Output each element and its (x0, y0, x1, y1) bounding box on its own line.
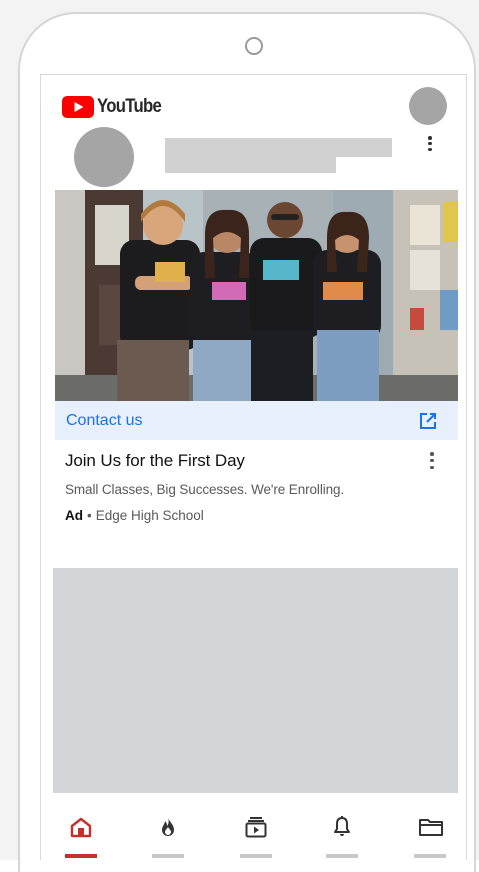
library-folder-icon (419, 819, 443, 836)
ad-more-options-icon[interactable] (427, 452, 437, 469)
nav-subscriptions-indicator (240, 854, 272, 858)
channel-avatar-placeholder (74, 127, 134, 187)
ad-badge: Ad (65, 508, 83, 523)
trending-flame-icon (162, 817, 174, 836)
open-external-icon[interactable] (418, 411, 438, 431)
nav-notifications-indicator (326, 854, 358, 858)
nav-trending-indicator (152, 854, 184, 858)
subscriptions-icon (245, 817, 267, 838)
ad-title[interactable]: Join Us for the First Day (65, 451, 245, 471)
youtube-wordmark: YouTube (97, 96, 162, 117)
nav-library-indicator (414, 854, 446, 858)
account-avatar[interactable] (409, 87, 447, 125)
advertiser-name: Edge High School (95, 508, 204, 523)
nav-library[interactable] (410, 815, 450, 860)
nav-trending[interactable] (148, 815, 188, 860)
youtube-play-icon (62, 96, 94, 118)
contact-us-link[interactable]: Contact us (66, 412, 142, 430)
video-thumbnail-placeholder (53, 568, 458, 793)
youtube-logo[interactable]: YouTube (62, 96, 170, 118)
more-options-icon[interactable] (425, 136, 435, 151)
nav-home-indicator (65, 854, 97, 858)
notifications-bell-icon (334, 816, 350, 836)
nav-subscriptions[interactable] (236, 815, 276, 860)
ad-description: Small Classes, Big Successes. We're Enro… (65, 482, 345, 497)
meta-separator: • (87, 508, 92, 523)
video-title-placeholder-line2 (165, 157, 336, 173)
ad-meta: Ad • Edge High School (65, 508, 204, 523)
ad-image[interactable] (55, 190, 458, 401)
front-camera (245, 37, 263, 55)
home-icon (70, 817, 92, 838)
nav-home[interactable] (61, 815, 101, 860)
contact-us-bar[interactable]: Contact us (55, 401, 458, 440)
video-title-placeholder (165, 138, 392, 157)
nav-notifications[interactable] (322, 815, 362, 860)
